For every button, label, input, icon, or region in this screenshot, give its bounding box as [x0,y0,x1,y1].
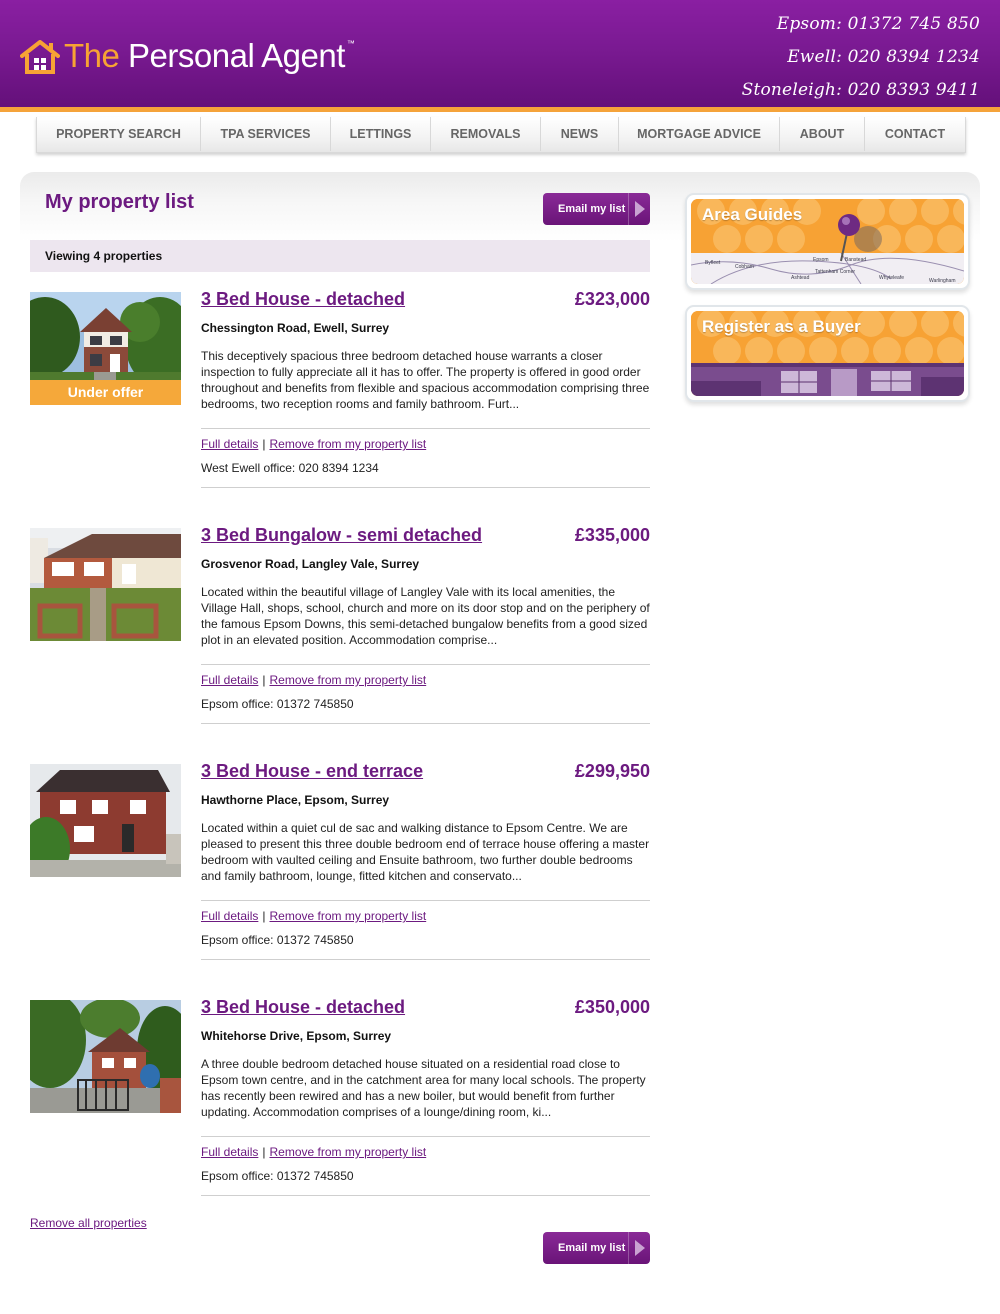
property-photo[interactable]: Under offer [30,292,181,405]
phone-epsom: Epsom: 01372 745 850 [776,14,980,34]
arrow-right-icon [628,1232,650,1264]
listing-address: Whitehorse Drive, Epsom, Surrey [201,1029,392,1043]
listing-office: Epsom office: 01372 745850 [201,933,354,947]
divider [201,723,650,724]
register-as-buyer-banner[interactable]: Register as a Buyer [685,305,970,402]
listing-links: Full details | Remove from my property lis… [201,1145,426,1159]
nav-tpa-services[interactable]: TPA SERVICES [201,117,331,151]
listing-title-link[interactable]: 3 Bed House - detached [201,289,405,310]
listing-office: Epsom office: 01372 745850 [201,1169,354,1183]
area-guides-title: Area Guides [702,205,803,224]
map-label: Ashtead [791,275,810,281]
under-offer-badge: Under offer [30,380,181,405]
property-listing: Under offer 3 Bed House - detached £323,… [30,289,650,492]
listing-price: £323,000 [574,289,650,309]
listing-links: Full details | Remove from my property lis… [201,673,426,687]
map-label: Byfleet [705,260,721,266]
full-details-link[interactable]: Full details [201,673,258,687]
full-details-link[interactable]: Full details [201,909,258,923]
listing-office: Epsom office: 01372 745850 [201,697,354,711]
email-button-label: Email my list [558,203,626,215]
listing-links: Full details | Remove from my property lis… [201,909,426,923]
link-separator: | [262,1145,266,1159]
listing-address: Hawthorne Place, Epsom, Surrey [201,793,390,807]
map-label: Epsom [813,257,829,263]
map-label: Warlingham [929,278,956,284]
email-my-list-button-top[interactable]: Email my list [543,193,650,225]
remove-all-properties-link[interactable]: Remove all properties [30,1216,147,1230]
logo-the: The [64,37,120,74]
email-button-label: Email my list [558,1242,626,1254]
listing-title-link[interactable]: 3 Bed House - end terrace [201,761,423,782]
divider [201,900,650,901]
divider [201,1195,650,1196]
nav-mortgage-advice[interactable]: MORTGAGE ADVICE [619,117,780,151]
logo-wordmark: The Personal Agent [64,38,345,74]
logo-trademark: ™ [346,39,355,48]
property-listing: 3 Bed Bungalow - semi detached £335,000 … [30,525,650,728]
map-label: Whyteleafe [879,275,904,281]
listing-description: A three double bedroom detached house si… [201,1057,646,1119]
divider [201,959,650,960]
nav-removals[interactable]: REMOVALS [431,117,541,151]
divider [201,428,650,429]
arrow-right-icon [628,193,650,225]
listing-description: Located within a quiet cul de sac and wa… [201,821,650,883]
listing-description: This deceptively spacious three bedroom … [201,349,650,411]
remove-from-list-link[interactable]: Remove from my property list [269,437,426,451]
house-logo-icon [20,40,60,74]
full-details-link[interactable]: Full details [201,437,258,451]
phone-ewell: Ewell: 020 8394 1234 [787,47,980,67]
listing-price: £350,000 [574,997,650,1017]
listing-price: £335,000 [574,525,650,545]
register-buyer-title: Register as a Buyer [702,317,861,336]
email-my-list-button-bottom[interactable]: Email my list [543,1232,650,1264]
office-phone-numbers: Epsom: 01372 745 850 Ewell: 020 8394 123… [742,10,980,109]
listing-price: £299,950 [574,761,650,781]
remove-from-list-link[interactable]: Remove from my property list [269,673,426,687]
property-listing: 3 Bed House - detached £350,000 Whitehor… [30,997,650,1200]
property-photo[interactable] [30,528,181,641]
listing-office: West Ewell office: 020 8394 1234 [201,461,379,475]
nav-property-search[interactable]: PROPERTY SEARCH [37,117,201,151]
site-logo[interactable]: The Personal Agent ™ [20,34,355,74]
map-label: Tattenham Corner [815,269,855,275]
listing-description: Located within the beautiful village of … [201,585,650,647]
logo-name: Personal Agent [119,37,345,74]
area-guides-panel: Byfleet Cobham Ashtead Epsom Tattenham C… [691,199,964,284]
nav-news[interactable]: NEWS [541,117,619,151]
listing-address: Chessington Road, Ewell, Surrey [201,321,390,335]
nav-about[interactable]: ABOUT [780,117,865,151]
divider [201,487,650,488]
property-listing: 3 Bed House - end terrace £299,950 Hawth… [30,761,650,964]
map-label: Banstead [845,257,866,263]
link-separator: | [262,909,266,923]
divider [201,1136,650,1137]
area-guides-banner[interactable]: Byfleet Cobham Ashtead Epsom Tattenham C… [685,193,970,290]
viewing-count-bar: Viewing 4 properties [30,240,650,272]
site-header: The Personal Agent ™ Epsom: 01372 745 85… [0,0,1000,112]
property-photo[interactable] [30,1000,181,1113]
phone-stoneleigh: Stoneleigh: 020 8393 9411 [741,80,980,100]
property-photo[interactable] [30,764,181,877]
nav-lettings[interactable]: LETTINGS [331,117,431,151]
map-label: Cobham [735,264,754,270]
full-details-link[interactable]: Full details [201,1145,258,1159]
register-panel: Register as a Buyer [691,311,964,396]
main-nav: PROPERTY SEARCH TPA SERVICES LETTINGS RE… [36,117,966,153]
link-separator: | [262,673,266,687]
listing-title-link[interactable]: 3 Bed Bungalow - semi detached [201,525,482,546]
listing-links: Full details | Remove from my property lis… [201,437,426,451]
nav-contact[interactable]: CONTACT [865,117,965,151]
remove-from-list-link[interactable]: Remove from my property list [269,909,426,923]
listing-title-link[interactable]: 3 Bed House - detached [201,997,405,1018]
divider [201,664,650,665]
remove-from-list-link[interactable]: Remove from my property list [269,1145,426,1159]
listing-address: Grosvenor Road, Langley Vale, Surrey [201,557,420,571]
page-title: My property list [45,191,194,213]
link-separator: | [262,437,266,451]
